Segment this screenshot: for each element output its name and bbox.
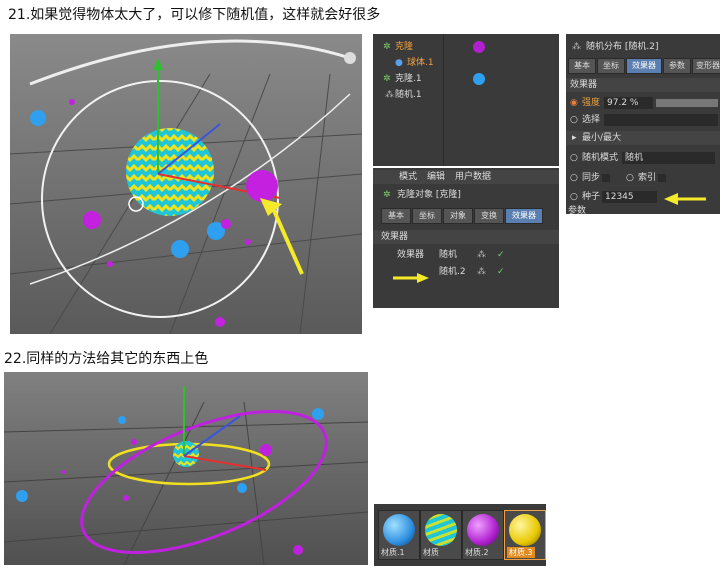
attr-title: ✲ 克隆对象 [克隆]: [373, 188, 559, 202]
mode-label: 随机模式: [582, 153, 619, 163]
radio-off-icon[interactable]: ○: [570, 171, 578, 185]
clone-icon: ✲: [383, 190, 391, 200]
menu-edit[interactable]: 编辑: [427, 170, 445, 184]
material-preview: [383, 514, 415, 546]
object-manager-panel: ✲ 克隆 ● 球体.1 ✲ 克隆.1 ⁂ 随机.1: [373, 34, 559, 166]
object-label-random1: 随机.1: [395, 90, 422, 100]
index-checkbox[interactable]: [658, 174, 666, 182]
scene-21-graphic: [10, 34, 362, 334]
strength-slider[interactable]: [656, 99, 718, 107]
viewport-22: [4, 372, 368, 565]
object-label-clone: 克隆: [395, 42, 414, 52]
material-preview: [467, 514, 499, 546]
yellow-arrow-icon: [664, 193, 706, 205]
effector-label-2: 随机.2: [439, 267, 466, 277]
clone-attribute-panel: 模式 编辑 用户数据 ✲ 克隆对象 [克隆] 基本 坐标 对象 变换 效果器 效…: [373, 168, 559, 308]
tab-coord[interactable]: 坐标: [597, 58, 625, 74]
mode-select[interactable]: 随机: [622, 152, 715, 164]
random-icon: ⁂: [385, 90, 394, 100]
material-preview: [509, 514, 541, 546]
minmax-label: 最小/最大: [582, 133, 622, 143]
effector-item-2[interactable]: 随机.2 ⁂ ✓: [439, 265, 549, 279]
enabled-check-icon[interactable]: ✓: [497, 265, 505, 279]
clone-icon: ✲: [383, 74, 391, 84]
object-row-sphere1[interactable]: ● 球体.1: [373, 56, 559, 70]
tab-coord[interactable]: 坐标: [412, 208, 442, 224]
material-tag-purple: [473, 41, 485, 53]
object-row-clone[interactable]: ✲ 克隆: [373, 40, 559, 54]
tab-deformer[interactable]: 变形器: [692, 58, 720, 74]
random-icon: ⁂: [572, 42, 581, 52]
tab-effector[interactable]: 效果器: [626, 58, 662, 74]
material-label: 材质.2: [465, 548, 489, 557]
attr-title-text: 克隆对象 [克隆]: [397, 190, 461, 200]
sphere-icon: ●: [395, 58, 403, 68]
strength-input[interactable]: 97.2 %: [604, 97, 653, 109]
select-label: 选择: [582, 115, 601, 125]
clone-icon: ✲: [383, 42, 391, 52]
tab-object[interactable]: 对象: [443, 208, 473, 224]
random-icon: ⁂: [477, 267, 486, 277]
material-label: 材质.1: [381, 548, 405, 557]
select-input[interactable]: [604, 114, 718, 126]
object-label-sphere1: 球体.1: [407, 58, 434, 68]
random-attribute-panel: ⁂ 随机分布 [随机.2] 基本 坐标 效果器 参数 变形器 效果器 ◉ 强度 …: [566, 34, 720, 214]
object-row-clone1[interactable]: ✲ 克隆.1: [373, 72, 559, 86]
object-row-random1[interactable]: ⁂ 随机.1: [373, 88, 559, 102]
section-effector: 效果器: [566, 78, 720, 92]
menu-mode[interactable]: 模式: [399, 170, 417, 184]
random-icon: ⁂: [477, 250, 486, 260]
radio-off-icon[interactable]: ○: [626, 171, 634, 185]
random-title-text: 随机分布 [随机.2]: [586, 42, 659, 52]
material-label: 材质: [423, 548, 439, 557]
select-row: ○ 选择: [566, 113, 720, 127]
seed-label: 种子: [582, 192, 601, 202]
effector-item-1[interactable]: 随机 ⁂ ✓: [439, 248, 549, 262]
material-swatch-3[interactable]: 材质.2: [462, 510, 504, 560]
attr-tabs: 基本 坐标 对象 变换 效果器: [381, 208, 551, 224]
random-tabs: 基本 坐标 效果器 参数 变形器: [568, 58, 720, 74]
seed-input[interactable]: 12345: [602, 191, 657, 203]
material-preview: [425, 514, 457, 546]
scene-22-graphic: [4, 372, 368, 565]
column-divider: [443, 34, 444, 166]
enabled-check-icon[interactable]: ✓: [497, 248, 505, 262]
radio-off-icon[interactable]: ○: [570, 151, 578, 165]
index-label: 索引: [638, 173, 657, 183]
sync-label: 同步: [582, 173, 601, 183]
menu-userdata[interactable]: 用户数据: [455, 170, 491, 184]
material-tag-blue: [473, 73, 485, 85]
radio-on-icon[interactable]: ◉: [570, 96, 578, 110]
menu-bar: 模式 编辑 用户数据: [373, 170, 559, 184]
material-panel: 材质.1 材质 材质.2 材质.3: [374, 504, 546, 566]
tab-transform[interactable]: 变换: [474, 208, 504, 224]
effector-label-1: 随机: [439, 250, 458, 260]
material-swatch-4[interactable]: 材质.3: [504, 510, 546, 560]
strength-label: 强度: [582, 98, 601, 108]
mode-row: ○ 随机模式 随机: [566, 151, 720, 165]
material-label: 材质.3: [507, 547, 535, 558]
expand-triangle-icon: ▸: [572, 133, 577, 143]
step21-caption: 21.如果觉得物体太大了，可以修下随机值，这样就会好很多: [8, 7, 381, 23]
radio-off-icon[interactable]: ○: [570, 190, 578, 204]
yellow-arrow-icon: [393, 273, 429, 283]
tab-basic[interactable]: 基本: [381, 208, 411, 224]
viewport-21: [10, 34, 362, 334]
radio-off-icon[interactable]: ○: [570, 113, 578, 127]
strength-row: ◉ 强度 97.2 %: [566, 96, 720, 110]
tab-params[interactable]: 参数: [663, 58, 691, 74]
minmax-row[interactable]: ▸ 最小/最大: [566, 131, 720, 145]
sync-row: ○ 同步 ○ 索引: [566, 171, 720, 185]
object-label-clone1: 克隆.1: [395, 74, 422, 84]
step22-caption: 22.同样的方法给其它的东西上色: [4, 351, 209, 367]
tab-effectors[interactable]: 效果器: [505, 208, 543, 224]
material-swatch-1[interactable]: 材质.1: [378, 510, 420, 560]
material-swatch-2[interactable]: 材质: [420, 510, 462, 560]
section-effectors: 效果器: [373, 230, 559, 244]
sync-checkbox[interactable]: [602, 174, 610, 182]
random-title: ⁂ 随机分布 [随机.2]: [566, 40, 720, 54]
tab-basic[interactable]: 基本: [568, 58, 596, 74]
